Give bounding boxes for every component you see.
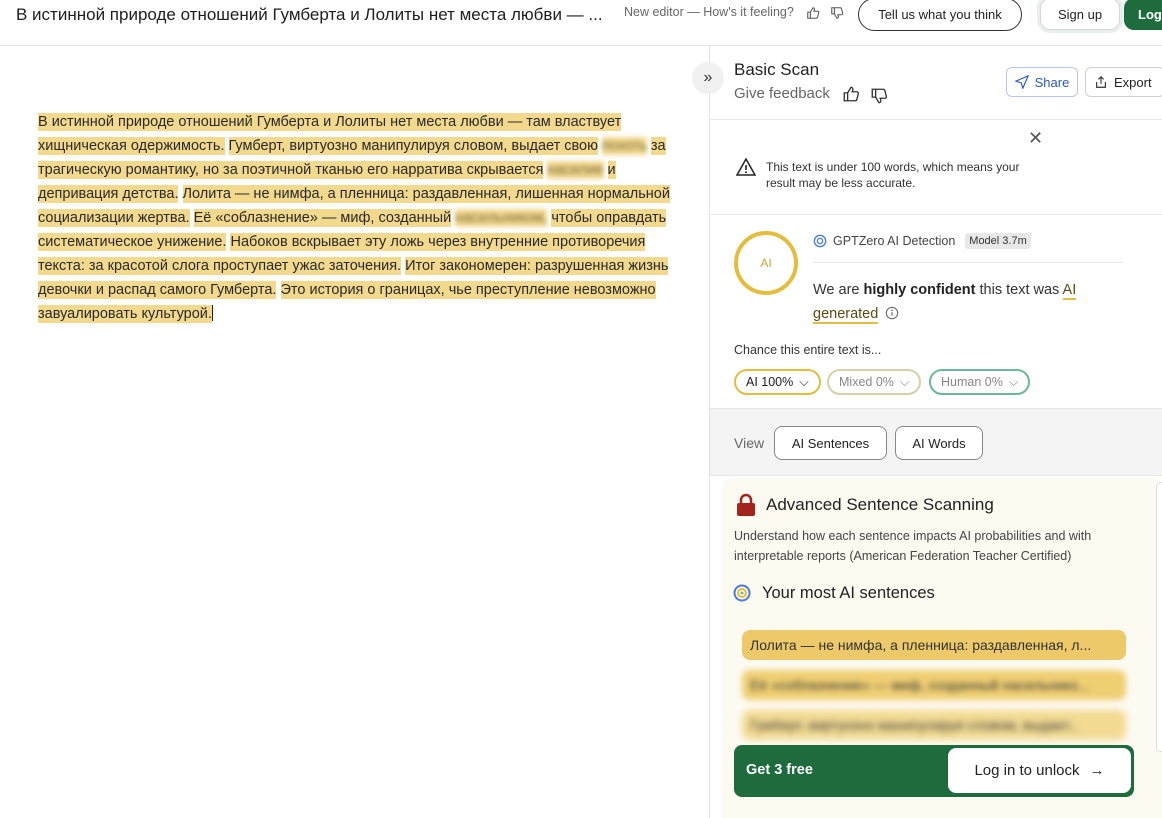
- share-button[interactable]: Share: [1006, 67, 1078, 97]
- collapse-panel-icon[interactable]: »: [692, 62, 724, 94]
- side-card-edge: [1156, 482, 1162, 752]
- detector-name: GPTZero AI Detection: [833, 234, 956, 248]
- blurred-word-1: похоть: [602, 137, 647, 155]
- sentence-2-part-1: Гумберт, виртуозно манипулируя словом, в…: [228, 137, 598, 155]
- get-free-label: Get 3 free: [746, 762, 813, 778]
- thumbs-down-icon[interactable]: [870, 87, 888, 105]
- scan-title: Basic Scan: [734, 60, 820, 79]
- editor-feedback-note: New editor — How's it feeling?: [624, 5, 794, 19]
- chevron-down-icon: ⌵: [1008, 374, 1019, 389]
- thumbs-up-icon[interactable]: [806, 6, 820, 20]
- lock-icon: [737, 493, 755, 516]
- model-badge: Model 3.7m: [965, 233, 1031, 249]
- human-chip[interactable]: Human 0% ⌵: [929, 369, 1031, 395]
- share-label: Share: [1034, 74, 1070, 90]
- confidence-statement: We are highly confident this text was AI…: [813, 278, 1133, 326]
- confidence-level: highly confident: [863, 282, 976, 298]
- mixed-chip[interactable]: Mixed 0% ⌵: [827, 369, 922, 395]
- blurred-word-3: насильником,: [455, 209, 548, 227]
- ai-sentences-button[interactable]: AI Sentences: [774, 426, 887, 460]
- top-bar: В истинной природе отношений Гумберта и …: [0, 0, 1162, 46]
- chance-label: Chance this entire text is...: [734, 343, 882, 357]
- close-icon[interactable]: ✕: [1028, 128, 1043, 149]
- mixed-chip-label: Mixed 0%: [839, 375, 894, 389]
- human-chip-label: Human 0%: [941, 375, 1003, 389]
- advanced-title: Advanced Sentence Scanning: [766, 495, 994, 514]
- login-to-unlock-button[interactable]: Log in to unlock →: [948, 748, 1131, 793]
- divider: [813, 262, 1123, 263]
- arrow-right-icon: →: [1089, 762, 1105, 779]
- text-editor[interactable]: В истинной природе отношений Гумберта и …: [38, 110, 678, 326]
- thumbs-up-icon[interactable]: [842, 85, 860, 103]
- ai-chip[interactable]: AI 100% ⌵: [734, 369, 821, 395]
- give-feedback-text: Give feedback: [734, 85, 830, 102]
- info-icon[interactable]: [885, 306, 899, 320]
- chevron-down-icon: ⌵: [899, 374, 910, 389]
- ai-chip-label: AI 100%: [746, 375, 794, 389]
- give-feedback-label: Give feedback: [734, 85, 830, 102]
- blurred-word-2: насилие: [547, 161, 604, 179]
- thumbs-down-icon[interactable]: [830, 6, 844, 20]
- ai-sentence-item-blurred: Гумберт, виртуозно манипулируя словом, в…: [742, 710, 1126, 740]
- advanced-description: Understand how each sentence impacts AI …: [734, 529, 1092, 563]
- ai-ring-label: AI: [760, 256, 772, 270]
- confidence-ai: AI: [1062, 282, 1077, 300]
- ai-sentence-item-blurred: Её «соблазнение» — миф, созданный насиль…: [742, 670, 1126, 700]
- ai-score-ring: AI: [734, 231, 798, 295]
- sign-up-button[interactable]: Sign up: [1040, 0, 1120, 30]
- most-ai-sentences-title: Your most AI sentences: [762, 584, 935, 602]
- ai-words-button[interactable]: AI Words: [895, 426, 983, 460]
- ai-sentence-item[interactable]: Лолита — не нимфа, а пленница: раздавлен…: [742, 630, 1126, 660]
- warning-text: This text is under 100 words, which mean…: [766, 160, 1020, 190]
- ai-sentences-icon: [733, 584, 751, 602]
- export-label: Export: [1114, 74, 1152, 90]
- gptzero-logo-icon: [813, 234, 827, 248]
- confidence-mid: this text was: [975, 282, 1063, 298]
- feedback-button[interactable]: Tell us what you think: [858, 0, 1022, 31]
- export-button[interactable]: Export: [1085, 67, 1162, 97]
- confidence-generated: generated: [813, 306, 879, 324]
- warning-icon: [736, 158, 756, 176]
- view-label: View: [734, 435, 765, 451]
- text-caret: [211, 305, 213, 321]
- export-icon: [1096, 75, 1106, 88]
- detector-label: GPTZero AI Detection Model 3.7m: [813, 233, 1031, 249]
- send-icon: [1014, 75, 1029, 89]
- sentence-4-part-1: Её «соблазнение» — миф, созданный: [193, 209, 452, 227]
- chevron-down-icon: ⌵: [799, 374, 809, 389]
- confidence-pre: We are: [813, 282, 864, 298]
- login-unlock-label: Log in to unlock: [974, 762, 1080, 779]
- document-title[interactable]: В истинной природе отношений Гумберта и …: [16, 4, 603, 26]
- log-in-button[interactable]: Log: [1124, 0, 1162, 30]
